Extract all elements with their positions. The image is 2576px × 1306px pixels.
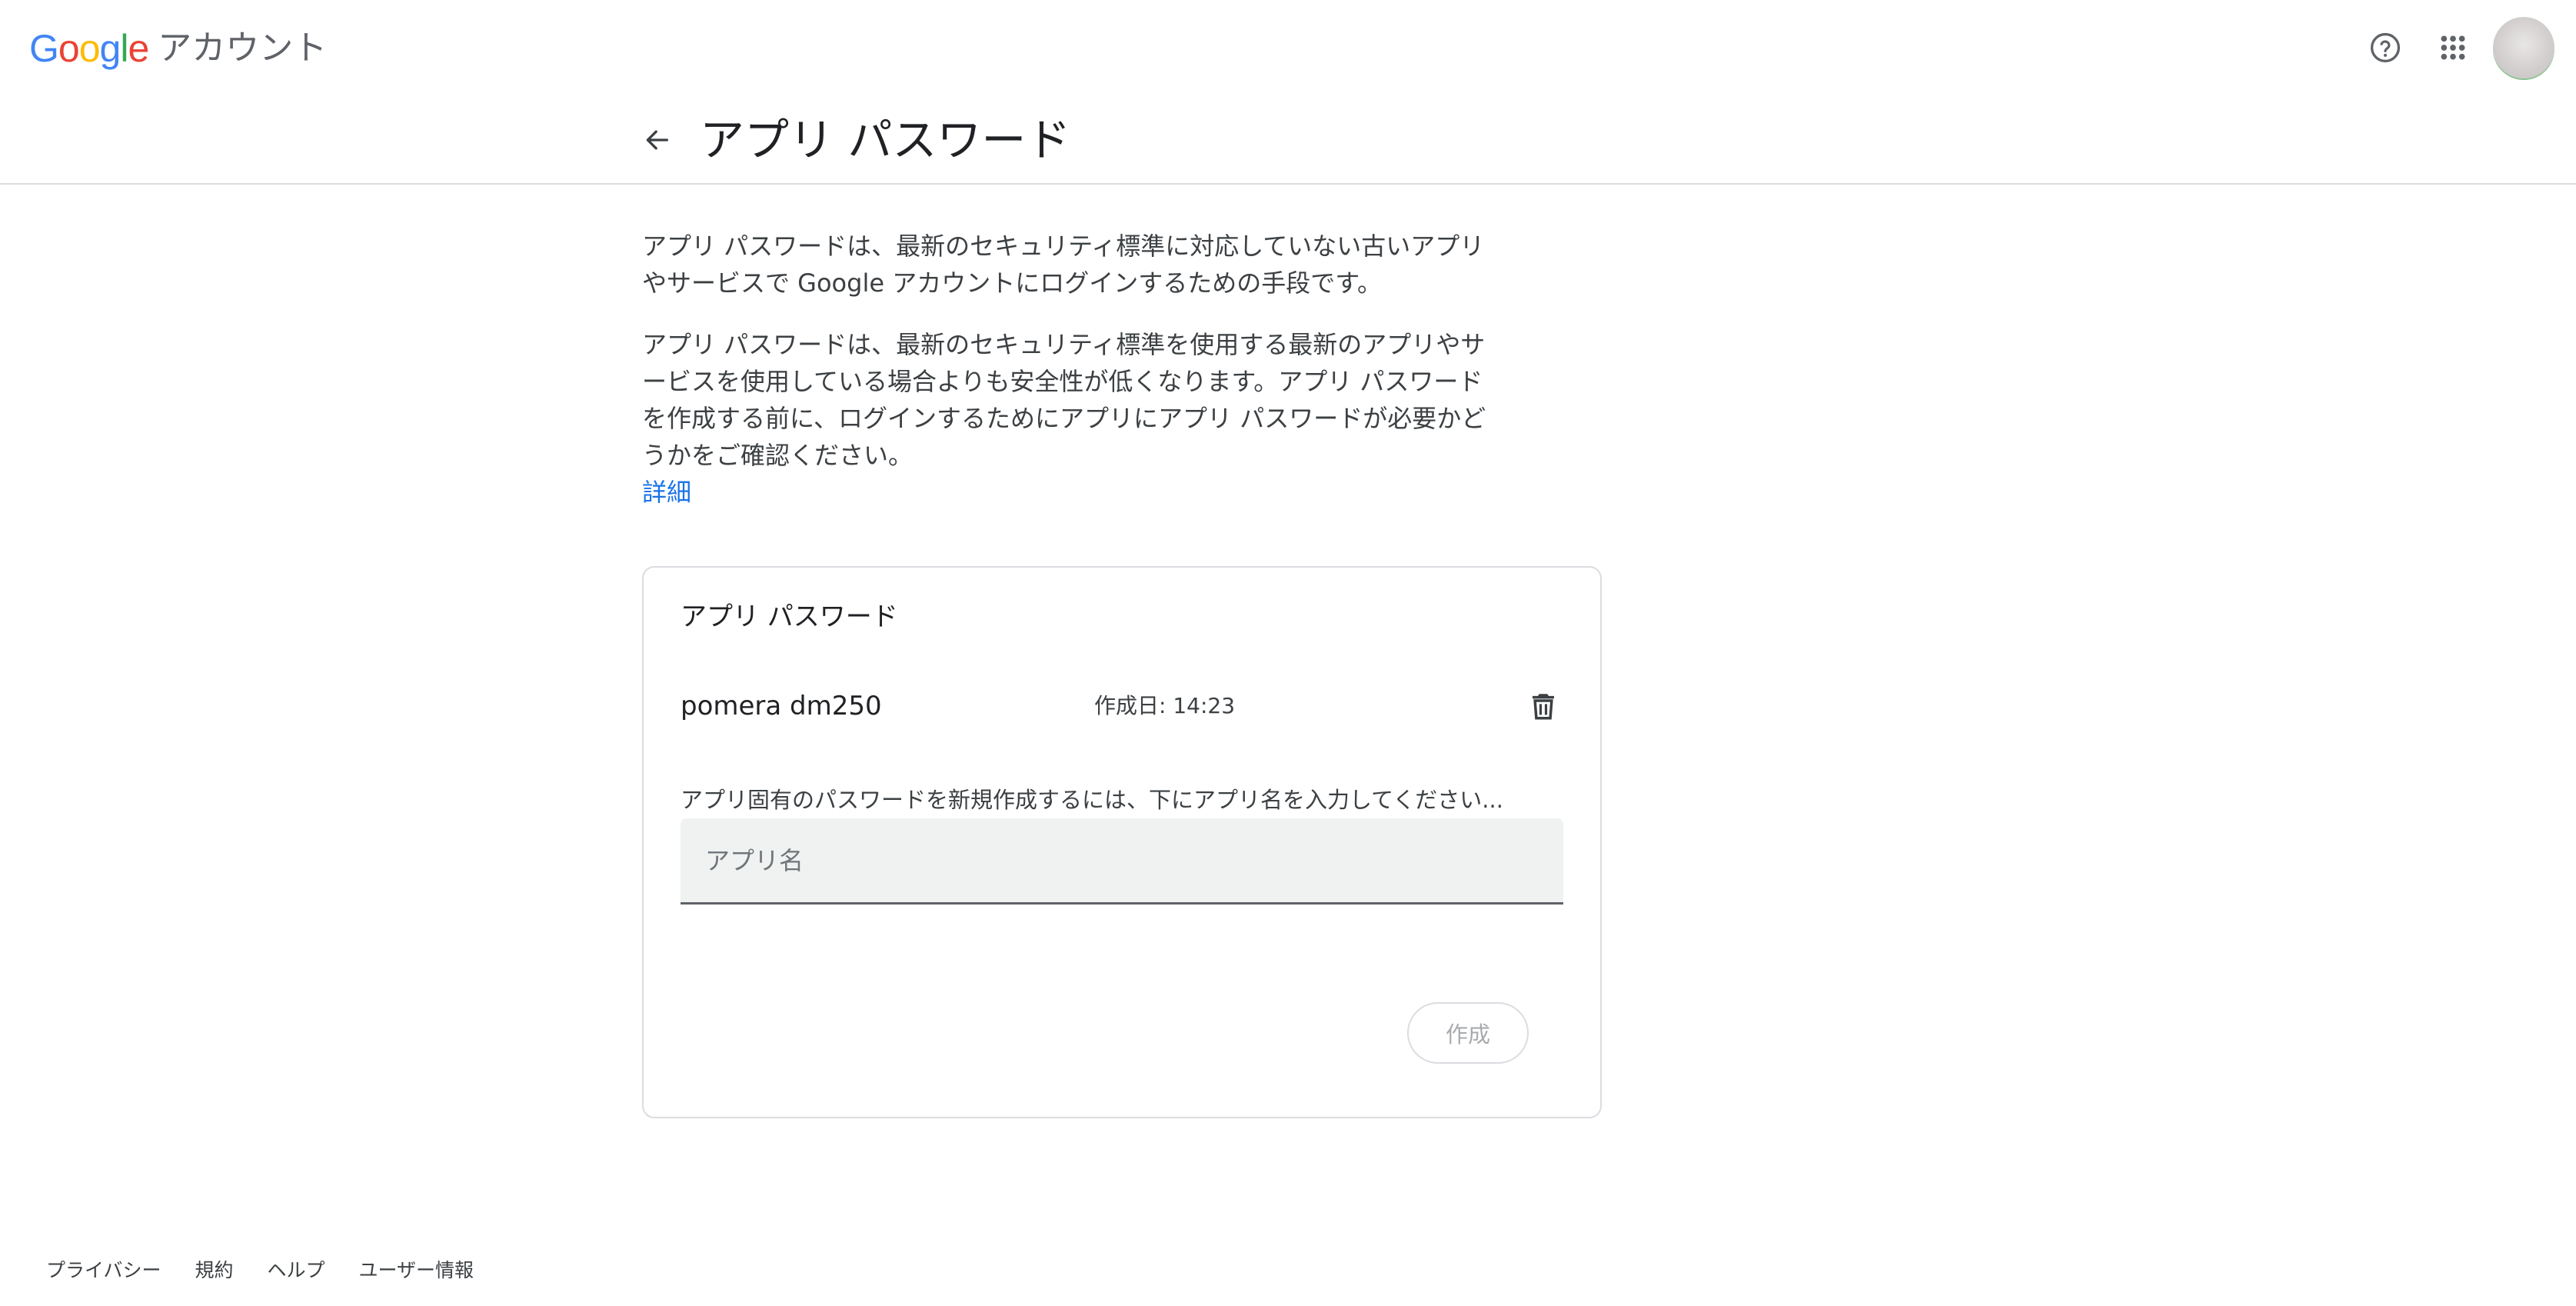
back-button[interactable] xyxy=(631,114,683,166)
top-actions xyxy=(2358,17,2554,78)
card-title: アプリ パスワード xyxy=(681,601,898,632)
create-button[interactable]: 作成 xyxy=(1407,1002,1529,1064)
trash-icon xyxy=(1533,694,1554,720)
app-name-field xyxy=(681,818,1563,905)
footer-link-about[interactable]: ユーザー情報 xyxy=(359,1255,474,1283)
learn-more-link[interactable]: 詳細 xyxy=(642,474,691,511)
description-paragraph-1: アプリ パスワードは、最新のセキュリティ標準に対応していない古いアプリやサービス… xyxy=(642,232,1485,298)
account-avatar[interactable] xyxy=(2493,17,2554,78)
footer: プライバシー 規約 ヘルプ ユーザー情報 xyxy=(46,1252,508,1286)
google-logo: Google xyxy=(29,27,149,70)
app-password-row: pomera dm250 作成日: 14:23 xyxy=(681,685,1565,728)
page-header: アプリ パスワード xyxy=(0,95,2576,185)
google-apps-button[interactable] xyxy=(2425,20,2481,75)
description-paragraph-2: アプリ パスワードは、最新のセキュリティ標準を使用する最新のアプリやサービスを使… xyxy=(642,330,1486,470)
new-password-helper-text: アプリ固有のパスワードを新規作成するには、下にアプリ名を入力してください... xyxy=(681,787,1503,813)
app-password-created-date: 作成日: 14:23 xyxy=(1094,693,1236,718)
top-app-bar: Google アカウント xyxy=(0,0,2576,95)
page-title: アプリ パスワード xyxy=(700,114,1071,166)
google-account-brand[interactable]: Google アカウント xyxy=(29,23,327,74)
footer-link-help[interactable]: ヘルプ xyxy=(268,1255,325,1283)
product-name: アカウント xyxy=(158,28,328,68)
help-button[interactable] xyxy=(2358,20,2413,75)
delete-app-password-button[interactable] xyxy=(1522,685,1565,728)
help-circle-icon xyxy=(2370,32,2401,63)
app-password-name: pomera dm250 xyxy=(681,691,882,721)
app-name-input[interactable] xyxy=(681,818,1563,902)
footer-link-terms[interactable]: 規約 xyxy=(195,1255,234,1283)
footer-link-privacy[interactable]: プライバシー xyxy=(46,1255,161,1283)
apps-grid-icon xyxy=(2441,35,2465,60)
app-passwords-card: アプリ パスワード pomera dm250 作成日: 14:23 アプリ固有の… xyxy=(642,566,1602,1118)
arrow-back-icon xyxy=(646,130,668,150)
description: アプリ パスワードは、最新のセキュリティ標準に対応していない古いアプリやサービス… xyxy=(642,228,1496,511)
